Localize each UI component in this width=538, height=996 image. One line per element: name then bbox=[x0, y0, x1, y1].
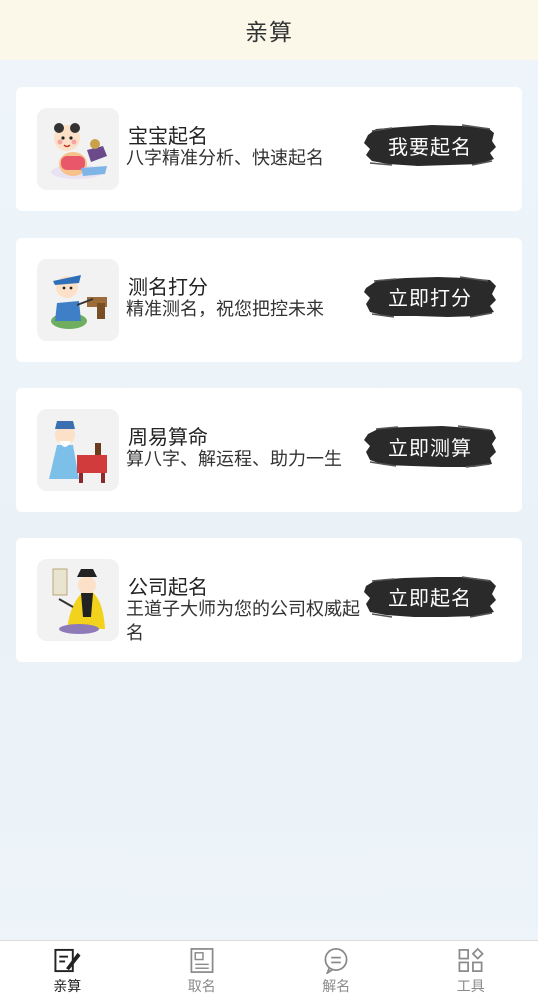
scholar-writing-icon bbox=[37, 259, 119, 341]
service-card-name-scoring[interactable]: 测名打分 精准测名，祝您把控未来 立即打分 bbox=[16, 238, 522, 362]
card-description: 王道子大师为您的公司权威起名 bbox=[126, 599, 360, 644]
tab-quming[interactable]: 取名 bbox=[135, 941, 270, 996]
service-card-baby-naming[interactable]: 宝宝起名 八字精准分析、快速起名 我要起名 bbox=[16, 87, 522, 211]
button-label: 立即打分 bbox=[388, 285, 472, 310]
service-card-zhouyi-fortune[interactable]: 周易算命 算八字、解运程、助力一生 立即测算 bbox=[16, 388, 522, 512]
name-card-icon bbox=[190, 948, 214, 973]
service-card-company-naming[interactable]: 公司起名 王道子大师为您的公司权威起名 立即起名 bbox=[16, 538, 522, 662]
card-title: 公司起名 bbox=[128, 575, 208, 599]
card-title: 测名打分 bbox=[128, 275, 208, 299]
tab-label: 取名 bbox=[187, 979, 216, 995]
tab-label: 工具 bbox=[456, 979, 485, 995]
i-want-naming-button[interactable]: 我要起名 bbox=[362, 121, 498, 169]
top-navigation-bar: 亲算 bbox=[0, 0, 538, 60]
card-description: 算八字、解运程、助力一生 bbox=[126, 449, 342, 470]
baby-cartoon-icon bbox=[37, 108, 119, 190]
bottom-tab-bar: 亲算 取名 解名 工具 bbox=[0, 940, 538, 996]
button-label: 立即测算 bbox=[388, 435, 472, 460]
name-now-button[interactable]: 立即起名 bbox=[362, 572, 498, 620]
tab-gongju[interactable]: 工具 bbox=[404, 941, 538, 996]
card-description: 八字精准分析、快速起名 bbox=[126, 148, 324, 169]
fortune-teller-icon bbox=[37, 409, 119, 491]
chat-bubble-icon bbox=[324, 948, 348, 974]
tab-label: 亲算 bbox=[53, 979, 82, 995]
tab-qinsuan[interactable]: 亲算 bbox=[0, 941, 135, 996]
app-screen: 亲算 宝宝起名 八字精准分析、快速起名 我要起名 测名打分 精准测名，祝您把控未… bbox=[0, 0, 538, 996]
calculate-now-button[interactable]: 立即测算 bbox=[362, 422, 498, 470]
master-calligraphy-icon bbox=[37, 559, 119, 641]
button-label: 立即起名 bbox=[388, 585, 472, 610]
pen-paper-icon bbox=[54, 948, 81, 973]
tab-label: 解名 bbox=[322, 979, 351, 995]
grid-tools-icon bbox=[458, 947, 484, 972]
card-title: 宝宝起名 bbox=[128, 124, 208, 148]
card-title: 周易算命 bbox=[128, 425, 208, 449]
page-title: 亲算 bbox=[245, 20, 293, 46]
card-description: 精准测名，祝您把控未来 bbox=[126, 299, 324, 320]
score-now-button[interactable]: 立即打分 bbox=[362, 272, 498, 320]
tab-jieming[interactable]: 解名 bbox=[269, 941, 404, 996]
button-label: 我要起名 bbox=[388, 134, 472, 159]
